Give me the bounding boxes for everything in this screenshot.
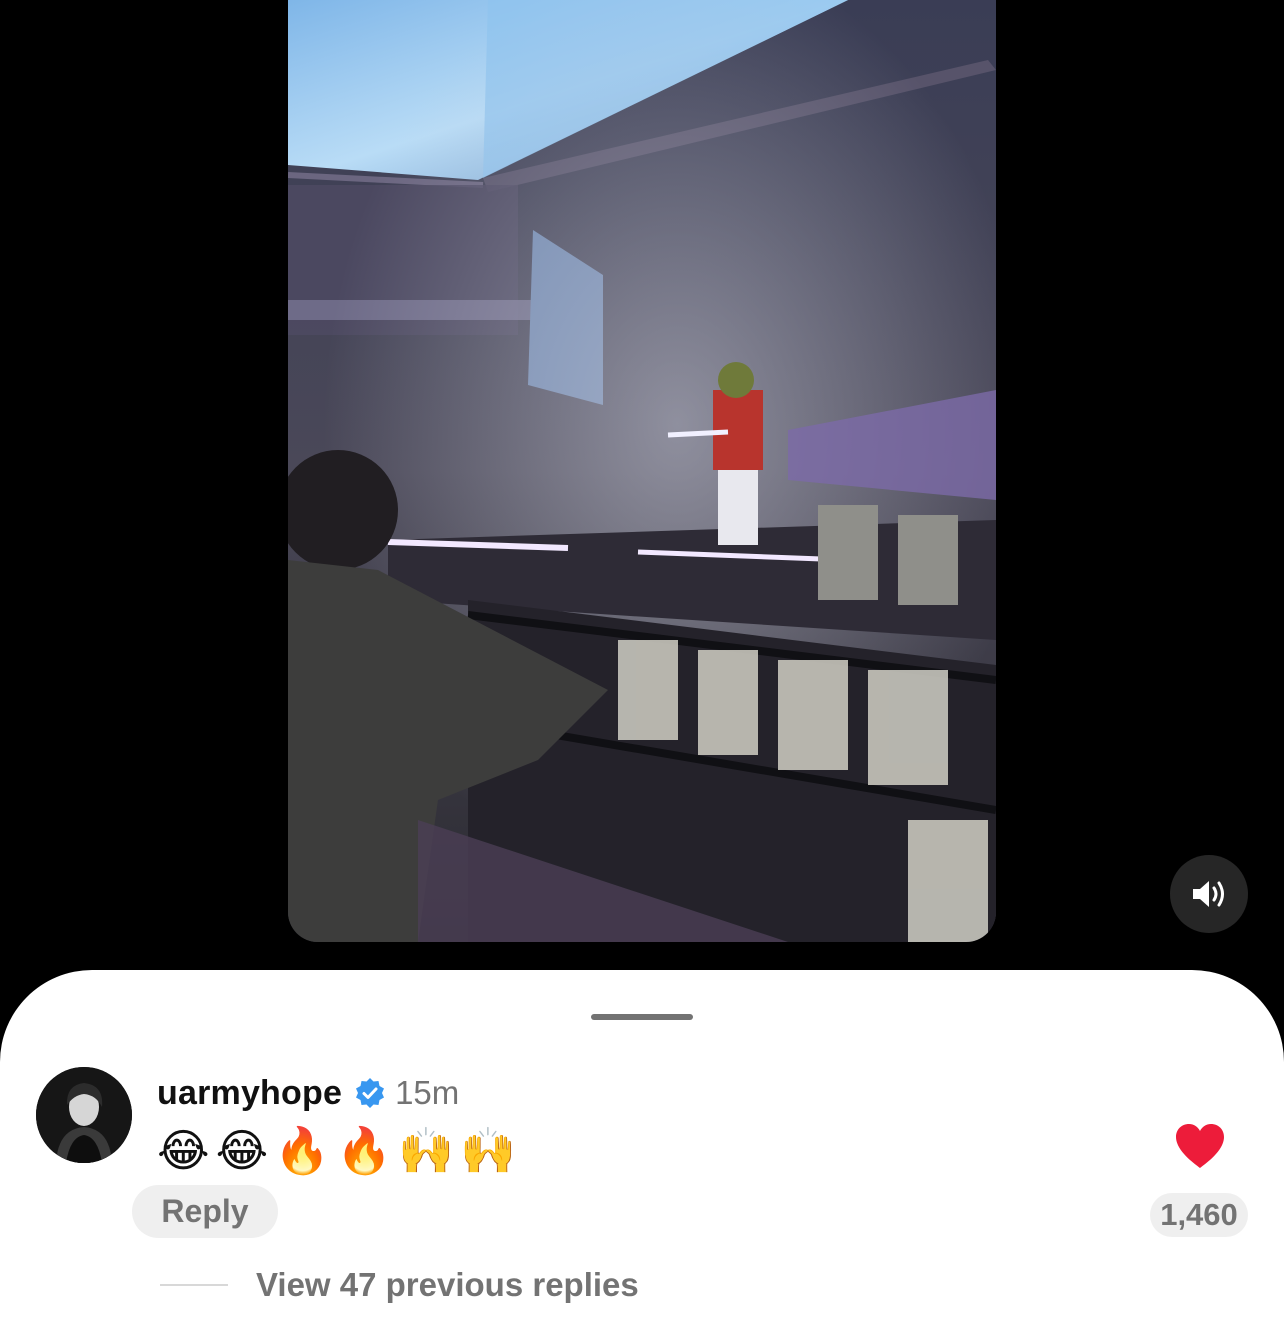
sheet-grabber-handle[interactable] xyxy=(591,1014,693,1020)
speaker-wave-icon xyxy=(1193,881,1224,907)
like-button[interactable] xyxy=(1174,1122,1226,1170)
heart-filled-icon xyxy=(1176,1124,1224,1168)
comment-text: 😂😂🔥🔥🙌🙌 xyxy=(157,1124,523,1177)
thread-line-divider xyxy=(160,1284,228,1286)
avatar[interactable] xyxy=(36,1067,132,1163)
view-previous-replies-link[interactable]: View 47 previous replies xyxy=(160,1260,639,1310)
comments-screen: uarmyhope 15m 😂😂🔥🔥🙌🙌 Reply 1,460 View 47… xyxy=(0,0,1284,1331)
video-frame xyxy=(288,0,996,942)
username[interactable]: uarmyhope xyxy=(157,1074,342,1113)
comment-header: uarmyhope 15m xyxy=(157,1071,459,1115)
view-replies-label: View 47 previous replies xyxy=(256,1266,639,1303)
comments-sheet: uarmyhope 15m 😂😂🔥🔥🙌🙌 Reply 1,460 View 47… xyxy=(0,970,1284,1331)
profile-photo xyxy=(36,1067,132,1163)
reply-button[interactable]: Reply xyxy=(132,1185,278,1238)
mute-toggle-button[interactable] xyxy=(1170,855,1248,933)
video-player[interactable] xyxy=(288,0,996,942)
verified-badge-icon xyxy=(356,1078,385,1108)
comment-timestamp: 15m xyxy=(395,1074,460,1111)
like-count: 1,460 xyxy=(1150,1193,1248,1237)
